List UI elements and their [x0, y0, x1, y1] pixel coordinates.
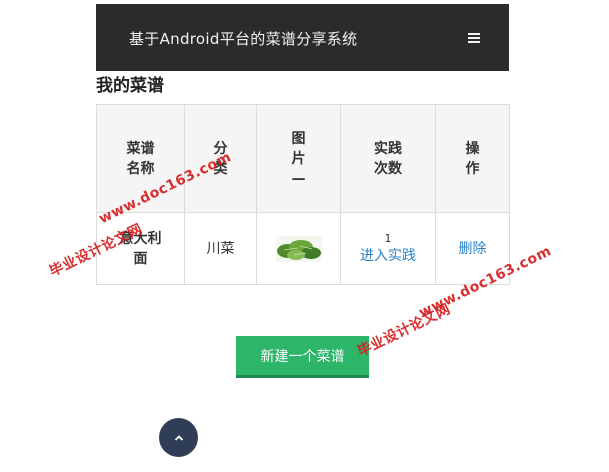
table-row: 意大利面 川菜 1 进入实践 删除 — [96, 212, 510, 285]
page-title: 我的菜谱 — [96, 76, 164, 96]
delete-link[interactable]: 删除 — [459, 241, 487, 257]
watermark-label-2: 毕业设计论文网 — [354, 301, 454, 361]
back-to-top-button[interactable] — [159, 418, 198, 457]
app-title: 基于Android平台的菜谱分享系统 — [129, 30, 358, 48]
enter-practice-link[interactable]: 进入实践 — [360, 248, 416, 264]
practice-count: 1 — [384, 231, 392, 245]
hamburger-menu-icon[interactable] — [468, 33, 480, 43]
dish-photo-icon — [275, 235, 322, 262]
new-recipe-button[interactable]: 新建一个菜谱 — [236, 336, 369, 378]
header-image: 图片 — — [256, 104, 341, 213]
recipe-image-cell — [256, 212, 341, 285]
chevron-up-icon — [174, 434, 183, 441]
header-practice-count: 实践次数 — [340, 104, 436, 213]
header-actions: 操作 — [435, 104, 510, 213]
practice-cell: 1 进入实践 — [340, 212, 436, 285]
recipe-category-cell: 川菜 — [184, 212, 257, 285]
top-navbar: 基于Android平台的菜谱分享系统 — [96, 4, 509, 71]
